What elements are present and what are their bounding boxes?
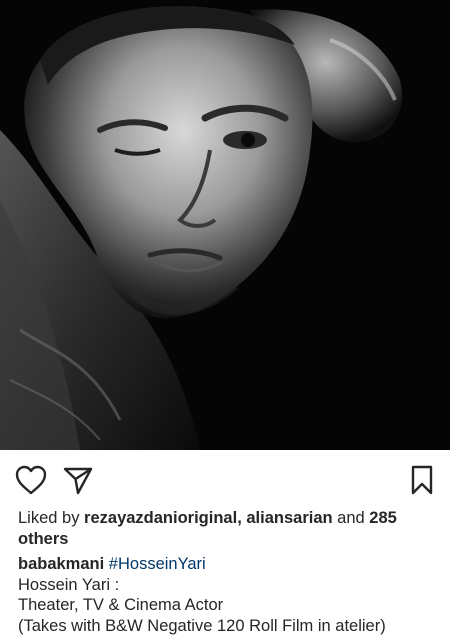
caption-line: Theater, TV & Cinema Actor [18, 596, 224, 614]
portrait-image [0, 0, 450, 450]
caption-line: (Takes with B&W Negative 120 Roll Film i… [18, 616, 386, 635]
save-button[interactable] [404, 462, 440, 498]
likes-separator: , [237, 509, 247, 527]
paper-plane-icon [63, 467, 93, 495]
like-button[interactable] [13, 462, 49, 498]
caption-hashtag[interactable]: #HosseinYari [109, 555, 206, 573]
likes-prefix: Liked by [18, 509, 85, 527]
post-photo[interactable] [0, 0, 450, 450]
instagram-post: Liked by rezayazdanioriginal, aliansaria… [0, 0, 450, 644]
caption-line: Hossein Yari : [18, 575, 120, 594]
likes-summary[interactable]: Liked by rezayazdanioriginal, aliansaria… [18, 508, 436, 549]
bookmark-outline-icon [411, 465, 433, 495]
liker-username-2[interactable]: aliansarian [246, 509, 332, 527]
post-actions-bar [0, 450, 450, 510]
likes-and-text: and [332, 509, 370, 527]
heart-outline-icon [15, 465, 47, 495]
caption-header: babakmani #HosseinYari [18, 554, 436, 575]
likes-others[interactable]: others [18, 530, 68, 548]
liker-username-1[interactable]: rezayazdanioriginal [84, 509, 237, 527]
caption-username[interactable]: babakmani [18, 555, 104, 573]
share-button[interactable] [60, 462, 96, 498]
likes-count[interactable]: 285 [369, 509, 397, 527]
post-caption: babakmani #HosseinYari Hossein Yari : Th… [18, 554, 436, 636]
